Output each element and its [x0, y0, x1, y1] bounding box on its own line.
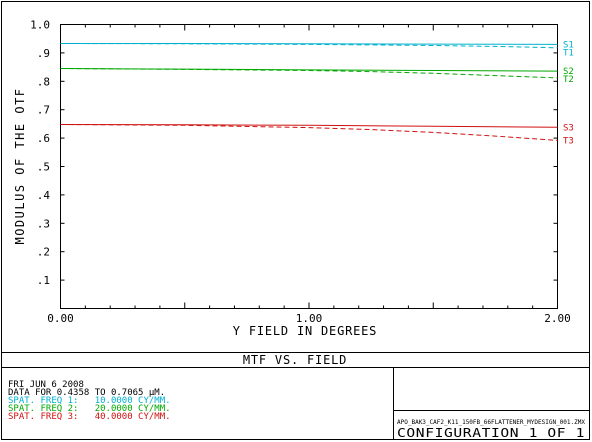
chart-title: MTF VS. FIELD: [243, 353, 347, 367]
series-labels: S1T1S2T2S3T3: [563, 40, 574, 146]
y-tick-label: .3: [37, 217, 50, 230]
y-tick-label: .6: [37, 132, 50, 145]
y-tick-label: .7: [37, 104, 50, 117]
y-tick-label: 1.0: [30, 19, 50, 32]
series-label-s3: S3: [563, 123, 574, 133]
configuration-label: CONFIGURATION 1 OF 1: [397, 426, 585, 440]
y-tick-label: .2: [37, 246, 50, 259]
x-tick-label: 0.00: [47, 312, 74, 325]
series-group: [60, 43, 558, 141]
x-tick-label: 2.00: [544, 312, 571, 325]
y-tick-label: .9: [37, 47, 50, 60]
y-tick-label: .1: [37, 274, 50, 287]
y-tick-label: .4: [37, 189, 51, 202]
info-freq-3: SPAT. FREQ 3: 40.0000 CY/MM.: [8, 412, 171, 422]
y-axis-label: MODULUS OF THE OTF: [13, 87, 27, 244]
axis-ticks: .1.2.3.4.5.6.7.8.91.00.00 1.00 2.00: [30, 19, 571, 326]
outer-frame: [1, 1, 590, 440]
y-tick-label: .5: [37, 161, 50, 174]
series-label-t1: T1: [563, 48, 574, 58]
series-label-t2: T2: [563, 75, 574, 85]
plot-area: [60, 24, 558, 309]
y-tick-label: .8: [37, 75, 50, 88]
file-name: APO_BAK3_CAF2_K11_150FB_66FLATTENER_MYDE…: [397, 418, 585, 426]
x-axis-label: Y FIELD IN DEGREES: [233, 324, 377, 338]
series-label-t3: T3: [563, 136, 574, 146]
mtf-field-figure: .1.2.3.4.5.6.7.8.91.00.00 1.00 2.00 S1T1S2…: [1, 1, 590, 440]
